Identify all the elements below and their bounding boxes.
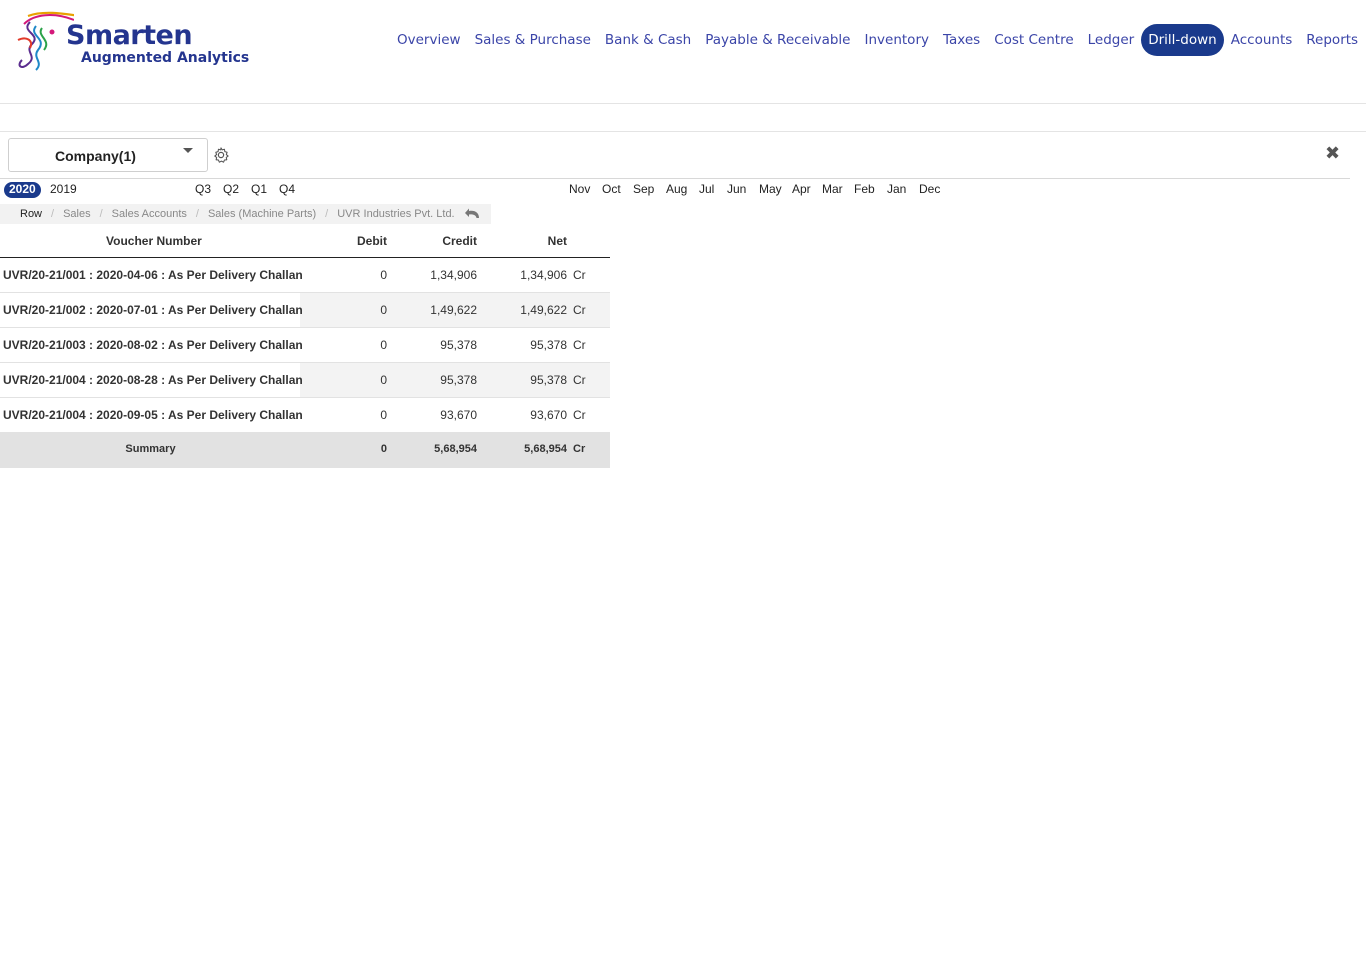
breadcrumb-item-sales-machine-parts[interactable]: Sales (Machine Parts) [208, 208, 316, 220]
company-dropdown[interactable]: Company(1) [8, 138, 208, 172]
month-apr[interactable]: Apr [787, 182, 816, 198]
app-header: Smarten Augmented Analytics Overview Sal… [0, 0, 1366, 104]
breadcrumb-separator: / [325, 208, 329, 220]
year-2020[interactable]: 2020 [4, 182, 41, 198]
cell-net: 1,34,906 [520, 268, 567, 282]
breadcrumb: Row / Sales / Sales Accounts / Sales (Ma… [0, 204, 491, 224]
month-feb[interactable]: Feb [849, 182, 880, 198]
voucher-table: Voucher Number Debit Credit Net UVR/20-2… [0, 226, 610, 468]
nav-overview[interactable]: Overview [390, 24, 468, 56]
divider [0, 178, 1350, 179]
column-header-net[interactable]: Net [548, 234, 567, 248]
cell-voucher[interactable]: UVR/20-21/001 : 2020-04-06 : As Per Deli… [3, 268, 303, 282]
month-may[interactable]: May [754, 182, 787, 198]
nav-reports[interactable]: Reports [1299, 24, 1365, 56]
cell-credit: 95,378 [440, 373, 477, 387]
quarter-q3[interactable]: Q3 [190, 182, 216, 198]
month-aug[interactable]: Aug [661, 182, 692, 198]
cell-debit: 0 [380, 373, 387, 387]
summary-cr-dr: Cr [573, 443, 586, 455]
nav-sales-purchase[interactable]: Sales & Purchase [468, 24, 598, 56]
cell-voucher[interactable]: UVR/20-21/004 : 2020-09-05 : As Per Deli… [3, 408, 303, 422]
chevron-down-icon [183, 148, 193, 153]
cell-cr-dr: Cr [573, 303, 586, 317]
month-mar[interactable]: Mar [817, 182, 848, 198]
summary-credit: 5,68,954 [434, 443, 477, 455]
table-header: Voucher Number Debit Credit Net [0, 226, 610, 258]
column-header-debit[interactable]: Debit [357, 234, 387, 248]
cell-net: 1,49,622 [520, 303, 567, 317]
nav-bank-cash[interactable]: Bank & Cash [598, 24, 698, 56]
main-nav: Overview Sales & Purchase Bank & Cash Pa… [390, 22, 1365, 58]
cell-credit: 1,34,906 [430, 268, 477, 282]
table-row[interactable]: UVR/20-21/004 : 2020-08-28 : As Per Deli… [0, 363, 610, 398]
company-dropdown-label: Company(1) [55, 148, 136, 164]
cell-cr-dr: Cr [573, 408, 586, 422]
sub-toolbar [0, 104, 1366, 132]
nav-accounts[interactable]: Accounts [1224, 24, 1300, 56]
cell-credit: 95,378 [440, 338, 477, 352]
cell-voucher[interactable]: UVR/20-21/004 : 2020-08-28 : As Per Deli… [3, 373, 303, 387]
cell-voucher[interactable]: UVR/20-21/002 : 2020-07-01 : As Per Deli… [3, 303, 303, 317]
breadcrumb-separator: / [51, 208, 55, 220]
breadcrumb-item-row[interactable]: Row [20, 208, 42, 220]
cell-debit: 0 [380, 338, 387, 352]
cell-credit: 93,670 [440, 408, 477, 422]
gear-icon[interactable] [212, 146, 230, 164]
breadcrumb-item-sales-accounts[interactable]: Sales Accounts [112, 208, 187, 220]
table-row[interactable]: UVR/20-21/001 : 2020-04-06 : As Per Deli… [0, 258, 610, 293]
quarter-q2[interactable]: Q2 [218, 182, 244, 198]
year-2019[interactable]: 2019 [45, 182, 82, 198]
nav-taxes[interactable]: Taxes [936, 24, 987, 56]
cell-voucher[interactable]: UVR/20-21/003 : 2020-08-02 : As Per Deli… [3, 338, 303, 352]
summary-label: Summary [125, 443, 176, 455]
breadcrumb-item-sales[interactable]: Sales [63, 208, 91, 220]
month-nov[interactable]: Nov [564, 182, 595, 198]
month-oct[interactable]: Oct [597, 182, 626, 198]
brand-logo[interactable]: Smarten Augmented Analytics [14, 10, 249, 74]
cell-debit: 0 [380, 303, 387, 317]
table-row[interactable]: UVR/20-21/004 : 2020-09-05 : As Per Deli… [0, 398, 610, 433]
undo-icon[interactable] [464, 207, 482, 221]
month-jun[interactable]: Jun [722, 182, 751, 198]
month-dec[interactable]: Dec [914, 182, 945, 198]
nav-ledger[interactable]: Ledger [1081, 24, 1142, 56]
month-sep[interactable]: Sep [628, 182, 659, 198]
cell-cr-dr: Cr [573, 338, 586, 352]
cell-credit: 1,49,622 [430, 303, 477, 317]
month-jul[interactable]: Jul [694, 182, 719, 198]
nav-payable-receivable[interactable]: Payable & Receivable [698, 24, 857, 56]
quarter-q1[interactable]: Q1 [246, 182, 272, 198]
table-row[interactable]: UVR/20-21/002 : 2020-07-01 : As Per Deli… [0, 293, 610, 328]
cell-net: 95,378 [530, 373, 567, 387]
cell-net: 93,670 [530, 408, 567, 422]
cell-cr-dr: Cr [573, 268, 586, 282]
cell-debit: 0 [380, 268, 387, 282]
cell-cr-dr: Cr [573, 373, 586, 387]
nav-inventory[interactable]: Inventory [858, 24, 936, 56]
summary-row: Summary 0 5,68,954 5,68,954 Cr [0, 433, 610, 468]
column-header-credit[interactable]: Credit [442, 234, 477, 248]
summary-net: 5,68,954 [524, 443, 567, 455]
table-row[interactable]: UVR/20-21/003 : 2020-08-02 : As Per Deli… [0, 328, 610, 363]
brand-tagline: Augmented Analytics [81, 50, 250, 66]
logo-swirl-icon [17, 11, 74, 71]
breadcrumb-separator: / [195, 208, 199, 220]
brand-name: Smarten [66, 20, 193, 51]
month-jan[interactable]: Jan [882, 182, 911, 198]
nav-drill-down[interactable]: Drill-down [1141, 24, 1224, 56]
breadcrumb-separator: / [99, 208, 103, 220]
close-icon[interactable]: ✖ [1325, 143, 1340, 163]
summary-debit: 0 [380, 443, 387, 455]
breadcrumb-item-uvr-industries[interactable]: UVR Industries Pvt. Ltd. [337, 208, 454, 220]
quarter-q4[interactable]: Q4 [274, 182, 300, 198]
nav-cost-centre[interactable]: Cost Centre [987, 24, 1080, 56]
cell-net: 95,378 [530, 338, 567, 352]
cell-debit: 0 [380, 408, 387, 422]
column-header-voucher[interactable]: Voucher Number [106, 234, 202, 248]
